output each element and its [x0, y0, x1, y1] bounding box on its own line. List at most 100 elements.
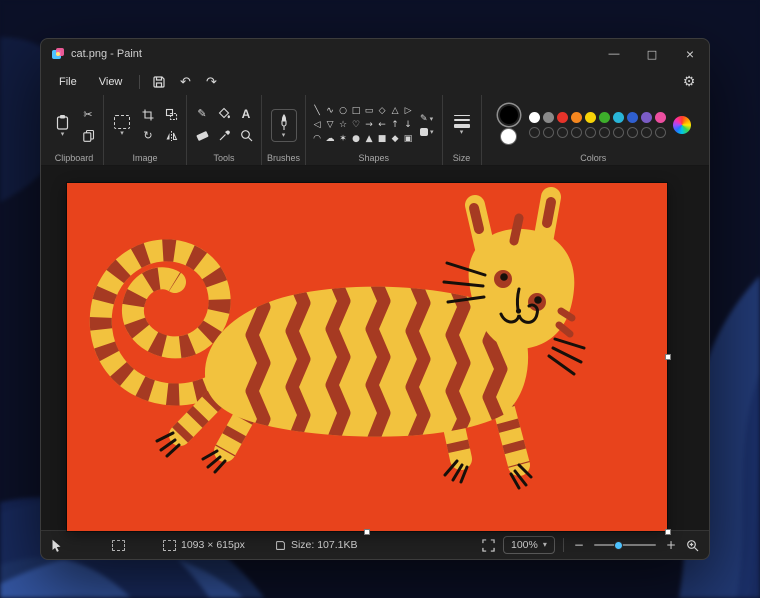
text-tool-button[interactable]: A [236, 104, 256, 123]
color-swatch[interactable] [655, 112, 666, 123]
zoom-level-dropdown[interactable]: 100% ▾ [503, 536, 555, 554]
fit-to-window-button[interactable] [482, 539, 495, 552]
select-button[interactable]: ▾ [109, 112, 135, 139]
custom-color-slot[interactable] [655, 127, 666, 138]
magnifier-tool-button[interactable] [236, 126, 256, 145]
redo-button[interactable]: ↷ [199, 72, 223, 92]
shape-button[interactable]: ♡ [350, 119, 362, 132]
rotate-button[interactable]: ↻ [138, 126, 158, 145]
flip-button[interactable] [161, 126, 181, 145]
chevron-down-icon: ▾ [430, 116, 434, 122]
copy-button[interactable] [78, 126, 98, 145]
save-button[interactable] [147, 72, 171, 92]
eraser-tool-button[interactable] [192, 126, 212, 145]
fill-tool-button[interactable] [214, 104, 234, 123]
palette-row-1 [529, 112, 666, 123]
shape-button[interactable]: ● [350, 133, 362, 146]
zoom-level-text: 100% [511, 539, 538, 551]
canvas[interactable] [67, 183, 667, 531]
maximize-button[interactable]: □ [633, 39, 671, 69]
statusbar: 1093 × 615px Size: 107.1KB 100% ▾ − [41, 530, 709, 559]
edit-colors-button[interactable] [673, 116, 691, 134]
cut-button[interactable]: ✂ [78, 105, 98, 124]
shape-button[interactable]: ╲ [311, 105, 323, 118]
settings-button[interactable]: ⚙ [677, 72, 701, 92]
custom-color-slot[interactable] [543, 127, 554, 138]
color-2-selector[interactable] [500, 128, 517, 145]
custom-color-slot[interactable] [641, 127, 652, 138]
shape-button[interactable]: ✶ [337, 133, 349, 146]
color-swatch[interactable] [627, 112, 638, 123]
color-swatch[interactable] [613, 112, 624, 123]
shape-button[interactable]: ▭ [363, 105, 375, 118]
shape-button[interactable]: ◠ [311, 133, 323, 146]
custom-color-slot[interactable] [571, 127, 582, 138]
color-swatch[interactable] [585, 112, 596, 123]
shape-button[interactable]: ▣ [402, 133, 414, 146]
canvas-area [41, 166, 709, 530]
custom-color-slot[interactable] [613, 127, 624, 138]
menu-view[interactable]: View [89, 73, 133, 91]
shape-button[interactable]: ↓ [402, 119, 414, 132]
shape-button[interactable]: ☆ [337, 119, 349, 132]
menubar-divider [139, 75, 140, 89]
undo-button[interactable]: ↶ [173, 72, 197, 92]
color-swatch[interactable] [599, 112, 610, 123]
custom-color-slot[interactable] [599, 127, 610, 138]
canvas-resize-handle-bottom[interactable] [364, 529, 370, 535]
color-swatch[interactable] [641, 112, 652, 123]
resize-button[interactable] [161, 105, 181, 124]
close-button[interactable]: × [671, 39, 709, 69]
shape-button[interactable]: ← [376, 119, 388, 132]
canvas-resize-handle-corner[interactable] [665, 529, 671, 535]
chevron-down-icon: ▾ [460, 129, 464, 135]
gear-icon: ⚙ [683, 74, 696, 90]
shape-button[interactable]: ■ [376, 133, 388, 146]
brushes-button[interactable]: ▾ [271, 109, 297, 142]
ribbon-group-shapes: ╲∿○□▭◇△▷◁▽☆♡→←↑↓◠☁✶●▲■◆▣ ✎ ▾ ▾ Shapes [305, 95, 442, 165]
size-button[interactable]: ▾ [448, 112, 476, 139]
magnifier-button[interactable] [686, 539, 699, 552]
color-swatch[interactable] [571, 112, 582, 123]
zoom-in-button[interactable]: + [664, 538, 678, 552]
canvas-resize-handle-right[interactable] [665, 354, 671, 360]
shape-button[interactable]: □ [350, 105, 362, 118]
resize-icon [165, 108, 178, 121]
group-label-colors: Colors [580, 152, 606, 164]
shape-fill-dropdown[interactable]: ▾ [417, 127, 437, 137]
color-swatch[interactable] [529, 112, 540, 123]
shape-button[interactable]: ◇ [376, 105, 388, 118]
color-swatch[interactable] [557, 112, 568, 123]
shape-outline-dropdown[interactable]: ✎ ▾ [417, 113, 437, 125]
shape-button[interactable]: ▲ [363, 133, 375, 146]
custom-color-slot[interactable] [529, 127, 540, 138]
shape-button[interactable]: ◁ [311, 119, 323, 132]
ribbon-group-size: ▾ Size [442, 95, 481, 165]
shape-button[interactable]: → [363, 119, 375, 132]
titlebar[interactable]: cat.png - Paint — □ × [41, 39, 709, 69]
custom-color-slot[interactable] [585, 127, 596, 138]
shape-button[interactable]: ☁ [324, 133, 336, 146]
custom-color-slot[interactable] [557, 127, 568, 138]
minimize-button[interactable]: — [595, 39, 633, 69]
zoom-out-button[interactable]: − [572, 538, 586, 552]
paste-button[interactable]: ▾ [50, 111, 75, 140]
shape-button[interactable]: ○ [337, 105, 349, 118]
custom-color-slot[interactable] [627, 127, 638, 138]
magnifier-icon [240, 129, 253, 142]
zoom-slider-thumb[interactable] [614, 541, 623, 550]
copy-icon [82, 129, 95, 142]
shape-button[interactable]: ↑ [389, 119, 401, 132]
shape-button[interactable]: ▽ [324, 119, 336, 132]
color-picker-tool-button[interactable] [214, 126, 234, 145]
crop-button[interactable] [138, 105, 158, 124]
shape-button[interactable]: ▷ [402, 105, 414, 118]
color-1-selector[interactable] [500, 106, 518, 124]
menu-file[interactable]: File [49, 73, 87, 91]
shape-button[interactable]: ◆ [389, 133, 401, 146]
shape-button[interactable]: △ [389, 105, 401, 118]
shape-button[interactable]: ∿ [324, 105, 336, 118]
pencil-tool-button[interactable]: ✎ [192, 104, 212, 123]
color-swatch[interactable] [543, 112, 554, 123]
zoom-slider[interactable] [594, 544, 656, 546]
